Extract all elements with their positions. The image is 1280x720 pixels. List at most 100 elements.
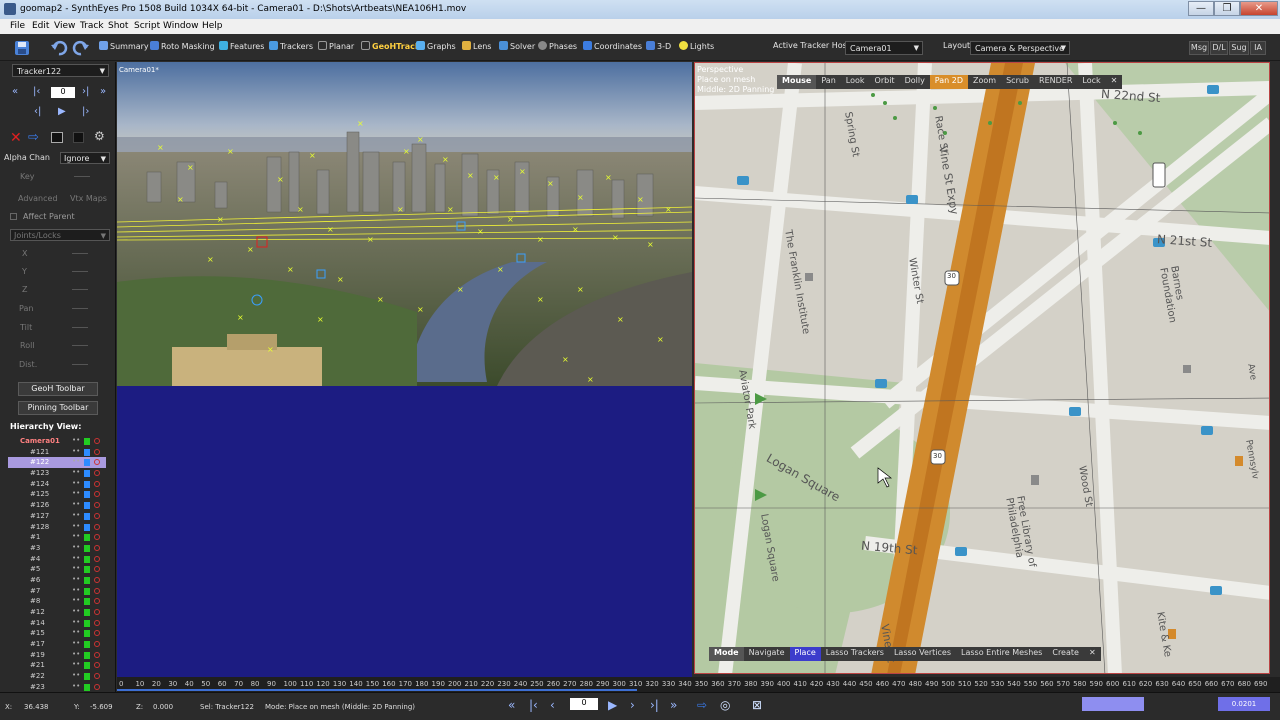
hierarchy-tracker-row[interactable]: #14 •• (8, 618, 106, 629)
tracker-marker[interactable]: × (337, 275, 344, 284)
lock-icon[interactable] (94, 619, 100, 626)
menu-window[interactable]: Window (163, 21, 199, 31)
visibility-icon[interactable]: •• (72, 671, 80, 679)
navigate-button[interactable]: Navigate (744, 647, 790, 661)
tracker-marker[interactable]: × (497, 265, 504, 274)
visibility-icon[interactable]: •• (72, 628, 80, 636)
hierarchy-tracker-row[interactable]: #5 •• (8, 564, 106, 575)
tracker-marker[interactable]: × (537, 235, 544, 244)
color-swatch[interactable] (84, 566, 90, 574)
scrub-button[interactable]: Scrub (1001, 75, 1034, 89)
tracker-marker[interactable]: × (227, 147, 234, 156)
menu-track[interactable]: Track (80, 21, 104, 31)
look-button[interactable]: Look (841, 75, 870, 89)
tab-trackers[interactable]: Trackers (269, 41, 313, 55)
color-swatch[interactable] (84, 651, 90, 659)
active-tracker-host-select[interactable]: Camera01 ▼ (845, 41, 923, 55)
color-swatch[interactable] (84, 491, 90, 499)
maximize-button[interactable]: ❐ (1214, 1, 1240, 16)
save-icon[interactable] (14, 40, 30, 56)
tracker-marker[interactable]: × (377, 295, 384, 304)
tracker-marker[interactable]: × (467, 171, 474, 180)
prev-key-icon[interactable]: |‹ (529, 698, 538, 712)
tracker-marker[interactable]: × (317, 315, 324, 324)
tracker-marker[interactable]: × (297, 205, 304, 214)
tab-planar[interactable]: Planar (318, 41, 354, 55)
geoh-toolbar-button[interactable]: GeoH Toolbar (18, 382, 98, 396)
tracker-marker[interactable]: × (665, 205, 672, 214)
hierarchy-tracker-row[interactable]: #123 •• (8, 468, 106, 479)
direction-icon[interactable]: ⇨ (28, 130, 39, 145)
play-icon[interactable]: ▶ (608, 698, 617, 712)
zoom-view-icon[interactable]: ◎ (720, 698, 730, 712)
tracker-marker[interactable]: × (287, 265, 294, 274)
lock-button[interactable]: Lock (1077, 75, 1105, 89)
tracker-marker[interactable]: × (187, 163, 194, 172)
tracker-marker[interactable]: × (612, 233, 619, 242)
timeline[interactable]: 0 10 20 30 40 50 60 70 80 90 100 110 120 130 140 150 160… (117, 677, 1280, 692)
hierarchy-tracker-row[interactable]: #127 •• (8, 511, 106, 522)
color-swatch[interactable] (84, 480, 90, 488)
menu-file[interactable]: File (10, 21, 25, 31)
lock-icon[interactable] (94, 566, 100, 573)
tab-summary[interactable]: Summary (99, 41, 149, 55)
lock-icon[interactable] (94, 587, 100, 594)
tab-geohtrack[interactable]: GeoHTrack (361, 41, 420, 55)
hierarchy-tracker-row[interactable]: #8 •• (8, 596, 106, 607)
pan-2d-button[interactable]: Pan 2D (929, 75, 969, 89)
lock-icon[interactable] (94, 438, 100, 444)
visibility-icon[interactable]: •• (72, 650, 80, 658)
tracker-marker[interactable]: × (277, 175, 284, 184)
color-swatch[interactable] (84, 662, 90, 670)
hierarchy-tracker-row[interactable]: #22 •• (8, 671, 106, 682)
lock-icon[interactable] (94, 609, 100, 615)
tracker-marker[interactable]: × (537, 295, 544, 304)
tracker-marker[interactable]: × (577, 285, 584, 294)
camera-viewport[interactable]: × × × × × × × × × × × × × × × × × × × × × × × × × × × × × × × × × × × × × × × ×… (117, 62, 692, 677)
lock-icon[interactable] (94, 470, 100, 477)
visibility-icon[interactable]: •• (72, 682, 80, 690)
menu-script[interactable]: Script (134, 21, 160, 31)
tracker-marker[interactable]: × (442, 155, 449, 164)
tab-coordinates[interactable]: Coordinates (583, 41, 642, 55)
menu-shot[interactable]: Shot (108, 21, 128, 31)
frame-input[interactable]: 0 (51, 87, 75, 98)
tracker-marker[interactable]: × (247, 245, 254, 254)
tracker-marker[interactable]: × (207, 255, 214, 264)
redo-icon[interactable] (72, 40, 90, 56)
visibility-icon[interactable]: •• (72, 489, 80, 497)
tracker-marker[interactable]: × (403, 147, 410, 156)
tracker-marker[interactable]: × (605, 173, 612, 182)
tracker-marker[interactable]: × (237, 313, 244, 322)
step-forward-icon[interactable]: |› (82, 106, 89, 117)
lasso-trackers-button[interactable]: Lasso Trackers (821, 647, 889, 661)
visibility-icon[interactable]: •• (72, 639, 80, 647)
direction-arrow-icon[interactable]: ⇨ (697, 698, 707, 712)
tracker-marker[interactable]: × (457, 285, 464, 294)
fit-view-icon[interactable]: ⊠ (752, 698, 762, 712)
tracker-marker[interactable]: × (157, 143, 164, 152)
play-icon[interactable]: ▶ (58, 106, 66, 117)
lock-icon[interactable] (94, 576, 100, 583)
pan-button[interactable]: Pan (816, 75, 840, 89)
color-swatch[interactable] (84, 598, 90, 606)
tracker-marker[interactable]: × (507, 215, 514, 224)
hierarchy-tracker-row[interactable]: #6 •• (8, 575, 106, 586)
render-button[interactable]: RENDER (1034, 75, 1077, 89)
color-swatch[interactable] (84, 609, 90, 616)
next-frame-icon[interactable]: › (630, 698, 635, 712)
tracker-marker[interactable]: × (177, 195, 184, 204)
layout-select[interactable]: Camera & Perspective ▼ (970, 41, 1070, 55)
hierarchy-tracker-row[interactable]: #122 •• (8, 457, 106, 469)
link-icon[interactable]: ⚙ (94, 129, 105, 143)
lock-icon[interactable] (94, 683, 100, 690)
tab-features[interactable]: Features (219, 41, 264, 55)
tracker-marker[interactable]: × (657, 335, 664, 344)
tracker-marker[interactable]: × (357, 119, 364, 128)
tracker-marker[interactable]: × (647, 240, 654, 249)
sug-button[interactable]: Sug (1229, 41, 1249, 55)
tab-3d[interactable]: 3-D (646, 41, 671, 55)
visibility-icon[interactable]: •• (72, 500, 80, 508)
hierarchy-camera-row[interactable]: Camera01 •• (8, 436, 106, 447)
color-swatch[interactable] (84, 673, 90, 681)
